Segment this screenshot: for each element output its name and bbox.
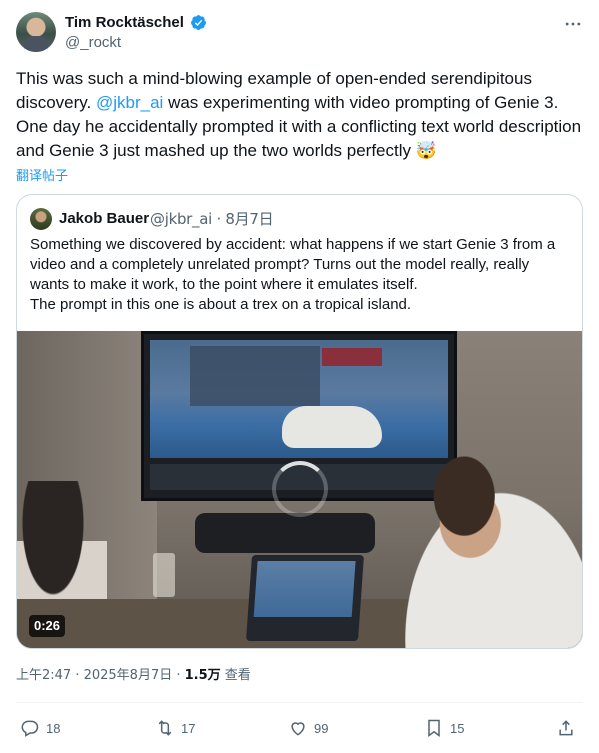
repost-button[interactable]: 17 [155, 716, 195, 740]
mention-link[interactable]: @jkbr_ai [96, 93, 163, 112]
tweet-header: Tim Rocktäschel @_rockt [16, 12, 583, 54]
bookmark-count: 15 [450, 720, 465, 736]
quote-text-line: Something we discovered by accident: wha… [30, 236, 556, 293]
loading-spinner-icon [272, 461, 328, 517]
divider [16, 702, 583, 703]
bookmark-icon [428, 719, 440, 737]
quote-avatar [30, 208, 52, 230]
share-button[interactable] [556, 716, 582, 740]
reply-button[interactable]: 18 [20, 716, 60, 740]
author-handle[interactable]: @_rockt [65, 33, 121, 53]
reply-count: 18 [46, 720, 61, 736]
share-icon [559, 720, 573, 736]
tweet-time[interactable]: 上午2:47 · 2025年8月7日 · [16, 668, 185, 683]
tweet-text: This was such a mind-blowing example of … [16, 67, 583, 163]
view-count: 1.5万 [184, 668, 221, 683]
more-icon[interactable] [563, 14, 583, 34]
reply-icon [21, 720, 39, 737]
quote-date: · 8月7日 [216, 210, 274, 228]
video-time-badge: 0:26 [29, 615, 66, 637]
quote-handle: @jkbr_ai [150, 210, 213, 228]
like-button[interactable]: 99 [288, 716, 328, 740]
bookmark-button[interactable]: 15 [424, 716, 464, 740]
repost-icon [158, 720, 172, 736]
translate-link[interactable]: 翻译帖子 [16, 165, 68, 184]
video-player[interactable]: 0:26 [17, 331, 582, 648]
quote-author-name: Jakob Bauer [59, 210, 150, 227]
like-icon [291, 722, 305, 736]
quote-tweet[interactable]: Jakob Bauer @jkbr_ai · 8月7日 Something we… [16, 194, 583, 649]
quote-meta: @jkbr_ai · 8月7日 [150, 209, 274, 229]
tweet-timestamp: 上午2:47 · 2025年8月7日 · 1.5万 查看 [16, 667, 251, 685]
view-label: 查看 [220, 668, 251, 683]
quote-text-line: The prompt in this one is about a trex o… [30, 296, 412, 313]
verified-icon [191, 15, 206, 30]
action-bar: 18 17 99 15 [16, 716, 583, 740]
like-count: 99 [314, 720, 329, 736]
repost-count: 17 [181, 720, 196, 736]
author-avatar[interactable] [16, 12, 56, 52]
quote-text: Something we discovered by accident: wha… [30, 235, 570, 315]
author-name[interactable]: Tim Rocktäschel [65, 13, 184, 33]
